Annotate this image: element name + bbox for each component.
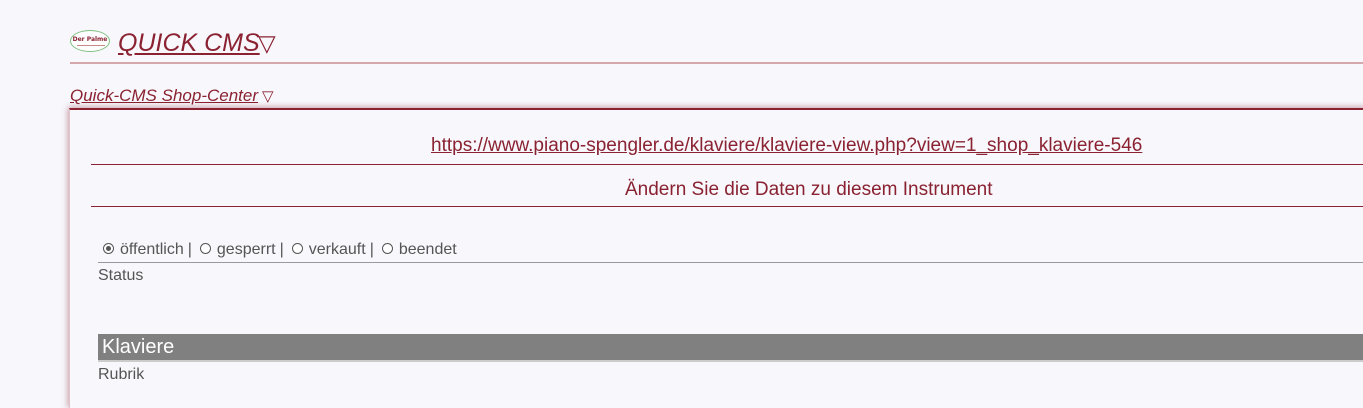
instrument-url-link[interactable]: https://www.piano-spengler.de/klaviere/k… — [431, 134, 1142, 158]
logo-underline — [77, 45, 105, 46]
status-field-label: Status — [98, 267, 144, 284]
logo[interactable]: Der Palme — [70, 30, 110, 52]
edit-panel: https://www.piano-spengler.de/klaviere/k… — [69, 108, 1363, 408]
radio-unchecked-icon[interactable] — [291, 243, 303, 254]
shop-center-link[interactable]: Quick-CMS Shop-Center ▽ — [70, 85, 274, 108]
rubrik-value: Klaviere — [102, 336, 175, 358]
heading-row: Ändern Sie die Daten zu diesem Instrumen… — [91, 176, 1363, 207]
status-option-verkauft[interactable]: verkauft — [291, 240, 366, 260]
rubrik-select[interactable]: Klaviere — [98, 334, 1363, 362]
header: Der Palme QUICK CMS ▽ — [70, 26, 1363, 64]
shop-center-label: Quick-CMS Shop-Center — [70, 86, 259, 105]
rubrik-field-label: Rubrik — [98, 366, 145, 383]
radio-checked-icon[interactable] — [103, 243, 114, 254]
panel-heading: Ändern Sie die Daten zu diesem Instrumen… — [625, 179, 993, 200]
title-dropdown-caret-icon[interactable]: ▽ — [258, 28, 276, 58]
status-option-label: beendet — [398, 241, 457, 258]
shop-center-caret-icon: ▽ — [262, 88, 274, 105]
quick-cms-title-text: QUICK CMS — [118, 29, 260, 57]
separator: | — [187, 241, 192, 258]
radio-unchecked-icon[interactable] — [199, 243, 211, 254]
status-radio-group: öffentlich | gesperrt | verkauft | beendet — [103, 240, 457, 260]
status-option-label: verkauft — [308, 241, 366, 258]
status-option-oeffentlich[interactable]: öffentlich — [103, 240, 184, 260]
status-radio-row: öffentlich | gesperrt | verkauft | beendet — [98, 238, 1363, 263]
status-option-beendet[interactable]: beendet — [381, 240, 457, 260]
quick-cms-title-link[interactable]: QUICK CMS — [112, 28, 260, 58]
radio-unchecked-icon[interactable] — [381, 243, 393, 254]
status-option-gesperrt[interactable]: gesperrt — [199, 240, 276, 260]
logo-text: Der Palme — [72, 36, 108, 43]
url-row: https://www.piano-spengler.de/klaviere/k… — [91, 134, 1363, 165]
status-option-label: gesperrt — [216, 241, 276, 258]
separator: | — [369, 241, 374, 258]
separator: | — [279, 241, 284, 258]
status-option-label: öffentlich — [120, 241, 184, 258]
